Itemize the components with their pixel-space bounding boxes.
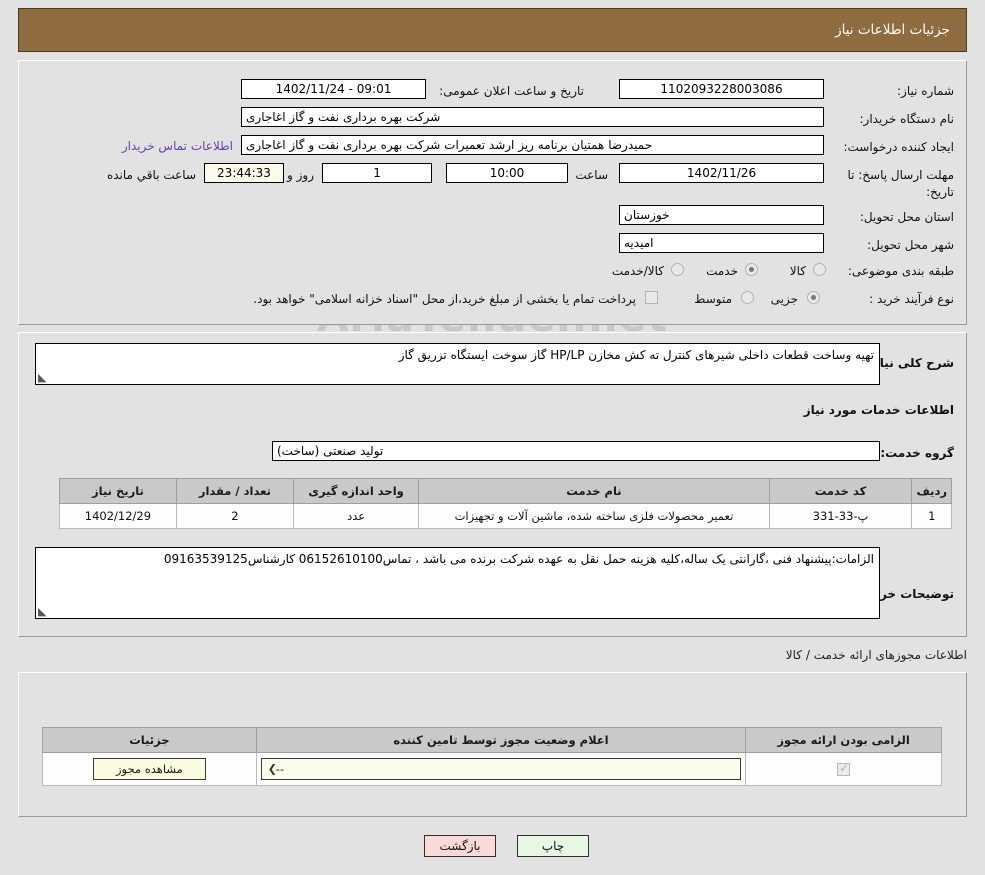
permits-td-details: مشاهده مجوز — [42, 752, 257, 786]
permits-table-header-row: الزامی بودن ارائه مجوز اعلام وضعیت مجوز … — [42, 727, 942, 753]
province-value: خوزستان — [619, 205, 824, 225]
services-td-date: 1402/12/29 — [59, 503, 177, 529]
services-td-code: پ-33-331 — [768, 503, 913, 529]
permits-th-status: اعلام وضعیت مجوز توسط تامین کننده — [255, 727, 747, 753]
services-th-unit: واحد اندازه گیری — [292, 478, 420, 504]
announce-value: 09:01 - 1402/11/24 — [241, 79, 426, 99]
category-option-0-label: کالا — [789, 264, 806, 278]
need-number-label: شماره نیاز: — [897, 84, 954, 98]
buyer-notes-text: الزامات:پیشنهاد فنی ،گارانتی یک ساله،کلی… — [163, 552, 874, 566]
process-label: نوع فرآیند خرید : — [869, 292, 954, 306]
treasury-checkbox-label: پرداخت تمام یا بخشی از مبلغ خرید،از محل … — [253, 292, 636, 306]
countdown-label: ساعت باقي مانده — [106, 168, 196, 182]
category-radio-kala[interactable] — [813, 263, 826, 276]
table-row: ❯ -- مشاهده مجوز — [42, 752, 942, 786]
permits-td-required — [745, 752, 942, 786]
permits-table: الزامی بودن ارائه مجوز اعلام وضعیت مجوز … — [42, 727, 942, 786]
province-label: استان محل تحویل: — [859, 210, 954, 224]
permits-th-details: جزئیات — [42, 727, 257, 753]
process-option-0-label: جزیی — [770, 292, 798, 306]
city-value: امیدیه — [619, 233, 824, 253]
services-td-qty: 2 — [175, 503, 294, 529]
treasury-checkbox[interactable] — [645, 291, 658, 304]
page-title: جزئیات اطلاعات نیاز — [18, 8, 967, 52]
resize-grip-icon[interactable]: ◢ — [38, 371, 50, 384]
deadline-label: مهلت ارسال پاسخ: تا تاریخ: — [847, 168, 954, 199]
page-title-label: جزئیات اطلاعات نیاز — [835, 22, 950, 38]
buyer-contact-link[interactable]: اطلاعات تماس خریدار — [122, 139, 233, 153]
need-info-panel: شماره نیاز: 1102093228003086 تاریخ و ساع… — [18, 60, 967, 325]
services-table-header-row: ردیف کد خدمت نام خدمت واحد اندازه گیری ت… — [59, 478, 952, 504]
days-label: روز و — [287, 168, 314, 182]
process-radio-motevasset[interactable] — [741, 291, 754, 304]
category-radio-khedmat[interactable] — [745, 263, 758, 276]
back-button[interactable]: بازگشت — [424, 835, 496, 857]
creator-value: حمیدرضا همتیان برنامه ریز ارشد تعمیرات ش… — [241, 135, 824, 155]
services-th-row: ردیف — [911, 478, 952, 504]
view-permit-button[interactable]: مشاهده مجوز — [93, 758, 206, 780]
services-th-name: نام خدمت — [418, 478, 770, 504]
page-root: AriaTender.net جزئیات اطلاعات نیاز شماره… — [0, 0, 985, 875]
summary-textarea[interactable]: تهیه وساخت قطعات داخلی شیرهای کنترل ته ک… — [35, 343, 880, 385]
permit-status-select[interactable]: ❯ -- — [260, 758, 742, 780]
category-option-2-label: کالا/خدمت — [611, 264, 664, 278]
services-td-name: تعمیر محصولات فلزی ساخته شده، ماشین آلات… — [418, 503, 770, 529]
services-heading: اطلاعات خدمات مورد نیاز — [803, 403, 954, 417]
category-radio-kala-khedmat[interactable] — [671, 263, 684, 276]
services-th-qty: تعداد / مقدار — [175, 478, 294, 504]
permits-th-required: الزامی بودن ارائه مجوز — [745, 727, 942, 753]
print-button[interactable]: چاپ — [517, 835, 589, 857]
buyer-org-label: نام دستگاه خریدار: — [859, 112, 955, 126]
services-th-date: تاریخ نیاز — [59, 478, 177, 504]
process-option-1-label: متوسط — [694, 292, 732, 306]
buyer-notes-textarea[interactable]: الزامات:پیشنهاد فنی ،گارانتی یک ساله،کلی… — [35, 547, 880, 619]
summary-text: تهیه وساخت قطعات داخلی شیرهای کنترل ته ک… — [398, 348, 874, 362]
announce-label: تاریخ و ساعت اعلان عمومی: — [439, 84, 584, 98]
hour-label: ساعت — [575, 168, 608, 182]
permit-required-checkbox — [837, 761, 851, 776]
service-group-label: گروه خدمت: — [880, 446, 954, 460]
permits-panel: الزامی بودن ارائه مجوز اعلام وضعیت مجوز … — [18, 672, 967, 817]
countdown-value: 23:44:33 — [204, 163, 284, 183]
hour-value: 10:00 — [446, 163, 568, 183]
process-radio-jozei[interactable] — [807, 291, 820, 304]
permit-status-value: -- — [275, 762, 285, 776]
summary-label: شرح کلی نیاز: — [868, 356, 954, 370]
permits-caption: اطلاعات مجوزهای ارائه خدمت / کالا — [785, 648, 967, 662]
table-row: 1 پ-33-331 تعمیر محصولات فلزی ساخته شده،… — [59, 503, 952, 529]
service-group-value: تولید صنعتی (ساخت) — [272, 441, 880, 461]
services-td-row: 1 — [911, 503, 952, 529]
need-number-value: 1102093228003086 — [619, 79, 824, 99]
services-table: ردیف کد خدمت نام خدمت واحد اندازه گیری ت… — [59, 478, 952, 529]
category-option-1-label: خدمت — [706, 264, 738, 278]
buyer-org-value: شرکت بهره برداری نفت و گاز اغاجاری — [241, 107, 824, 127]
resize-grip-icon[interactable]: ◢ — [38, 605, 50, 618]
days-value: 1 — [322, 163, 432, 183]
category-label: طبقه بندی موضوعی: — [847, 264, 954, 278]
chevron-down-icon: ❯ — [267, 762, 278, 776]
city-label: شهر محل تحویل: — [867, 238, 954, 252]
permits-td-status: ❯ -- — [255, 752, 747, 786]
services-th-code: کد خدمت — [768, 478, 913, 504]
deadline-date-value: 1402/11/26 — [619, 163, 824, 183]
creator-label: ایجاد کننده درخواست: — [843, 140, 954, 154]
services-td-unit: عدد — [292, 503, 420, 529]
need-details-panel: شرح کلی نیاز: تهیه وساخت قطعات داخلی شیر… — [18, 332, 967, 637]
